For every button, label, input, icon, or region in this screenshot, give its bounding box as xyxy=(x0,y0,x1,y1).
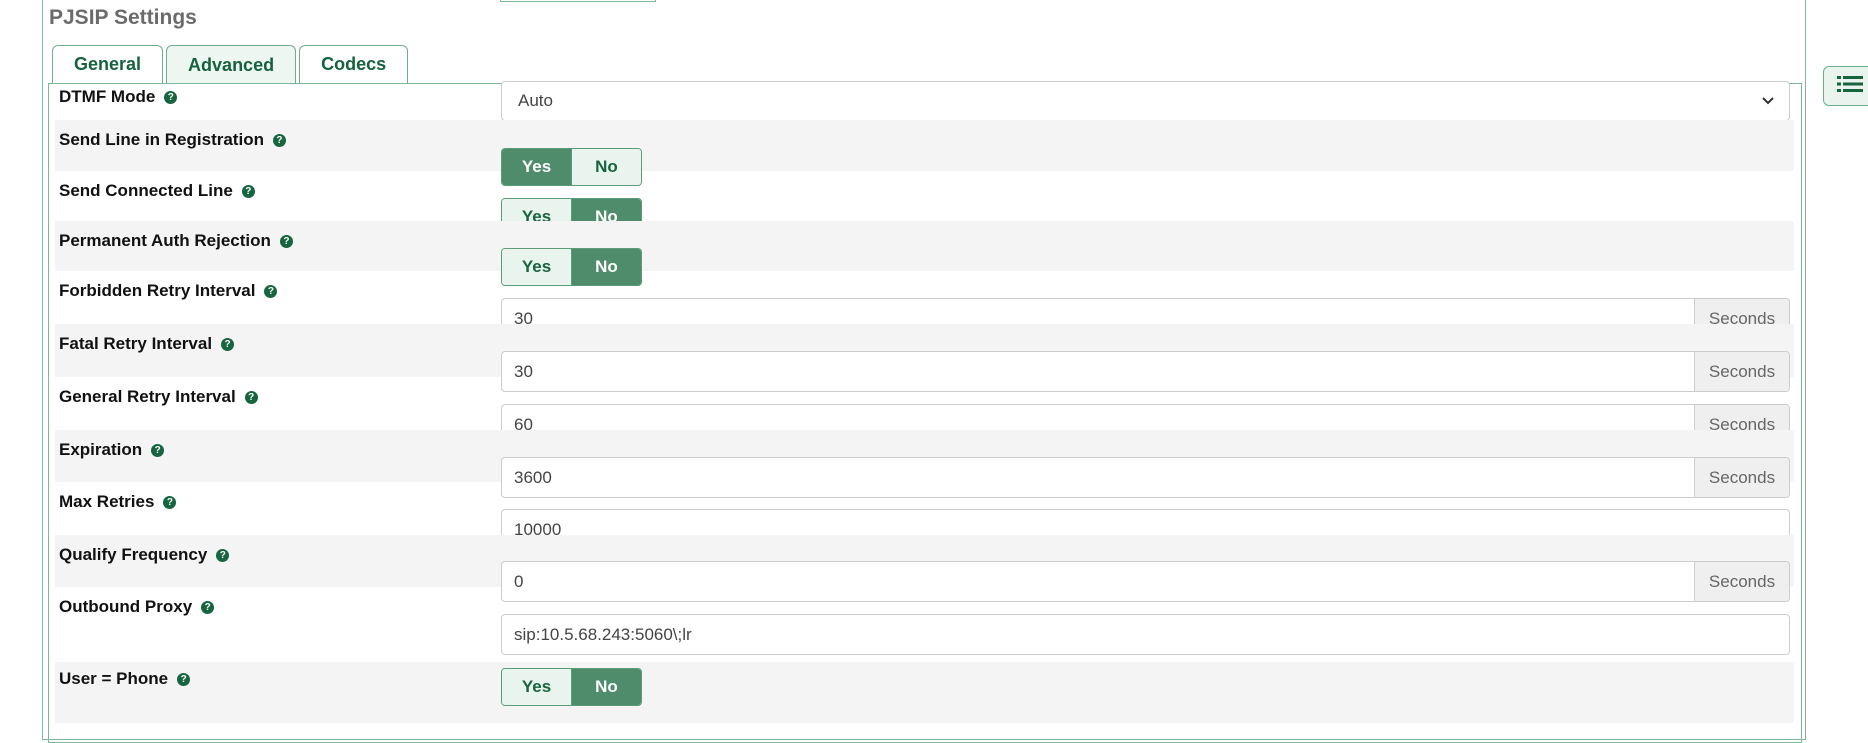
outbound-proxy-label: Outbound Proxy ? xyxy=(59,587,215,627)
forbidden-retry-label: Forbidden Retry Interval ? xyxy=(59,271,278,311)
help-icon[interactable]: ? xyxy=(244,390,258,404)
side-menu-button[interactable] xyxy=(1823,66,1868,106)
send-line-label: Send Line in Registration ? xyxy=(59,120,286,160)
send-connected-label: Send Connected Line ? xyxy=(59,171,255,211)
row-outbound-proxy: Outbound Proxy ? sip:10.5.68.243:5060\;l… xyxy=(55,587,1794,662)
row-max-retries: Max Retries ? 10000 xyxy=(55,482,1794,550)
general-retry-label: General Retry Interval ? xyxy=(59,377,258,417)
help-icon[interactable]: ? xyxy=(241,184,255,198)
row-send-line: Send Line in Registration ? Yes No xyxy=(55,120,1794,186)
help-icon[interactable]: ? xyxy=(272,133,286,147)
fatal-retry-label: Fatal Retry Interval ? xyxy=(59,324,235,364)
help-icon[interactable]: ? xyxy=(151,443,165,457)
row-qualify-frequency: Qualify Frequency ? 0 Seconds xyxy=(55,535,1794,602)
row-dtmf-mode: DTMF Mode ? Auto xyxy=(55,78,1794,121)
section-title: PJSIP Settings xyxy=(49,6,197,29)
row-perm-auth: Permanent Auth Rejection ? Yes No xyxy=(55,221,1794,286)
row-fatal-retry: Fatal Retry Interval ? 30 Seconds xyxy=(55,324,1794,392)
user-phone-toggle: Yes No xyxy=(501,668,642,706)
outbound-proxy-input[interactable]: sip:10.5.68.243:5060\;lr xyxy=(501,614,1790,655)
user-phone-no[interactable]: No xyxy=(571,669,641,705)
user-phone-label: User = Phone ? xyxy=(59,662,191,696)
help-icon[interactable]: ? xyxy=(201,600,215,614)
list-icon xyxy=(1837,75,1863,98)
row-general-retry: General Retry Interval ? 60 Seconds xyxy=(55,377,1794,445)
dtmf-mode-label: DTMF Mode ? xyxy=(59,78,178,116)
help-icon[interactable]: ? xyxy=(163,495,177,509)
row-user-phone: User = Phone ? Yes No xyxy=(55,662,1794,723)
help-icon[interactable]: ? xyxy=(264,284,278,298)
perm-auth-label: Permanent Auth Rejection ? xyxy=(59,221,293,261)
help-icon[interactable]: ? xyxy=(216,548,230,562)
row-forbidden-retry: Forbidden Retry Interval ? 30 Seconds xyxy=(55,271,1794,339)
max-retries-label: Max Retries ? xyxy=(59,482,177,522)
top-tab-edge xyxy=(500,0,656,2)
row-expiration: Expiration ? 3600 Seconds xyxy=(55,430,1794,498)
user-phone-yes[interactable]: Yes xyxy=(502,669,571,705)
qualify-frequency-label: Qualify Frequency ? xyxy=(59,535,230,575)
dtmf-mode-select[interactable]: Auto xyxy=(501,81,1790,121)
help-icon[interactable]: ? xyxy=(177,672,191,686)
row-send-connected: Send Connected Line ? Yes No xyxy=(55,171,1794,236)
help-icon[interactable]: ? xyxy=(164,90,178,104)
help-icon[interactable]: ? xyxy=(279,234,293,248)
chevron-down-icon xyxy=(1761,93,1775,109)
help-icon[interactable]: ? xyxy=(221,337,235,351)
expiration-label: Expiration ? xyxy=(59,430,165,470)
